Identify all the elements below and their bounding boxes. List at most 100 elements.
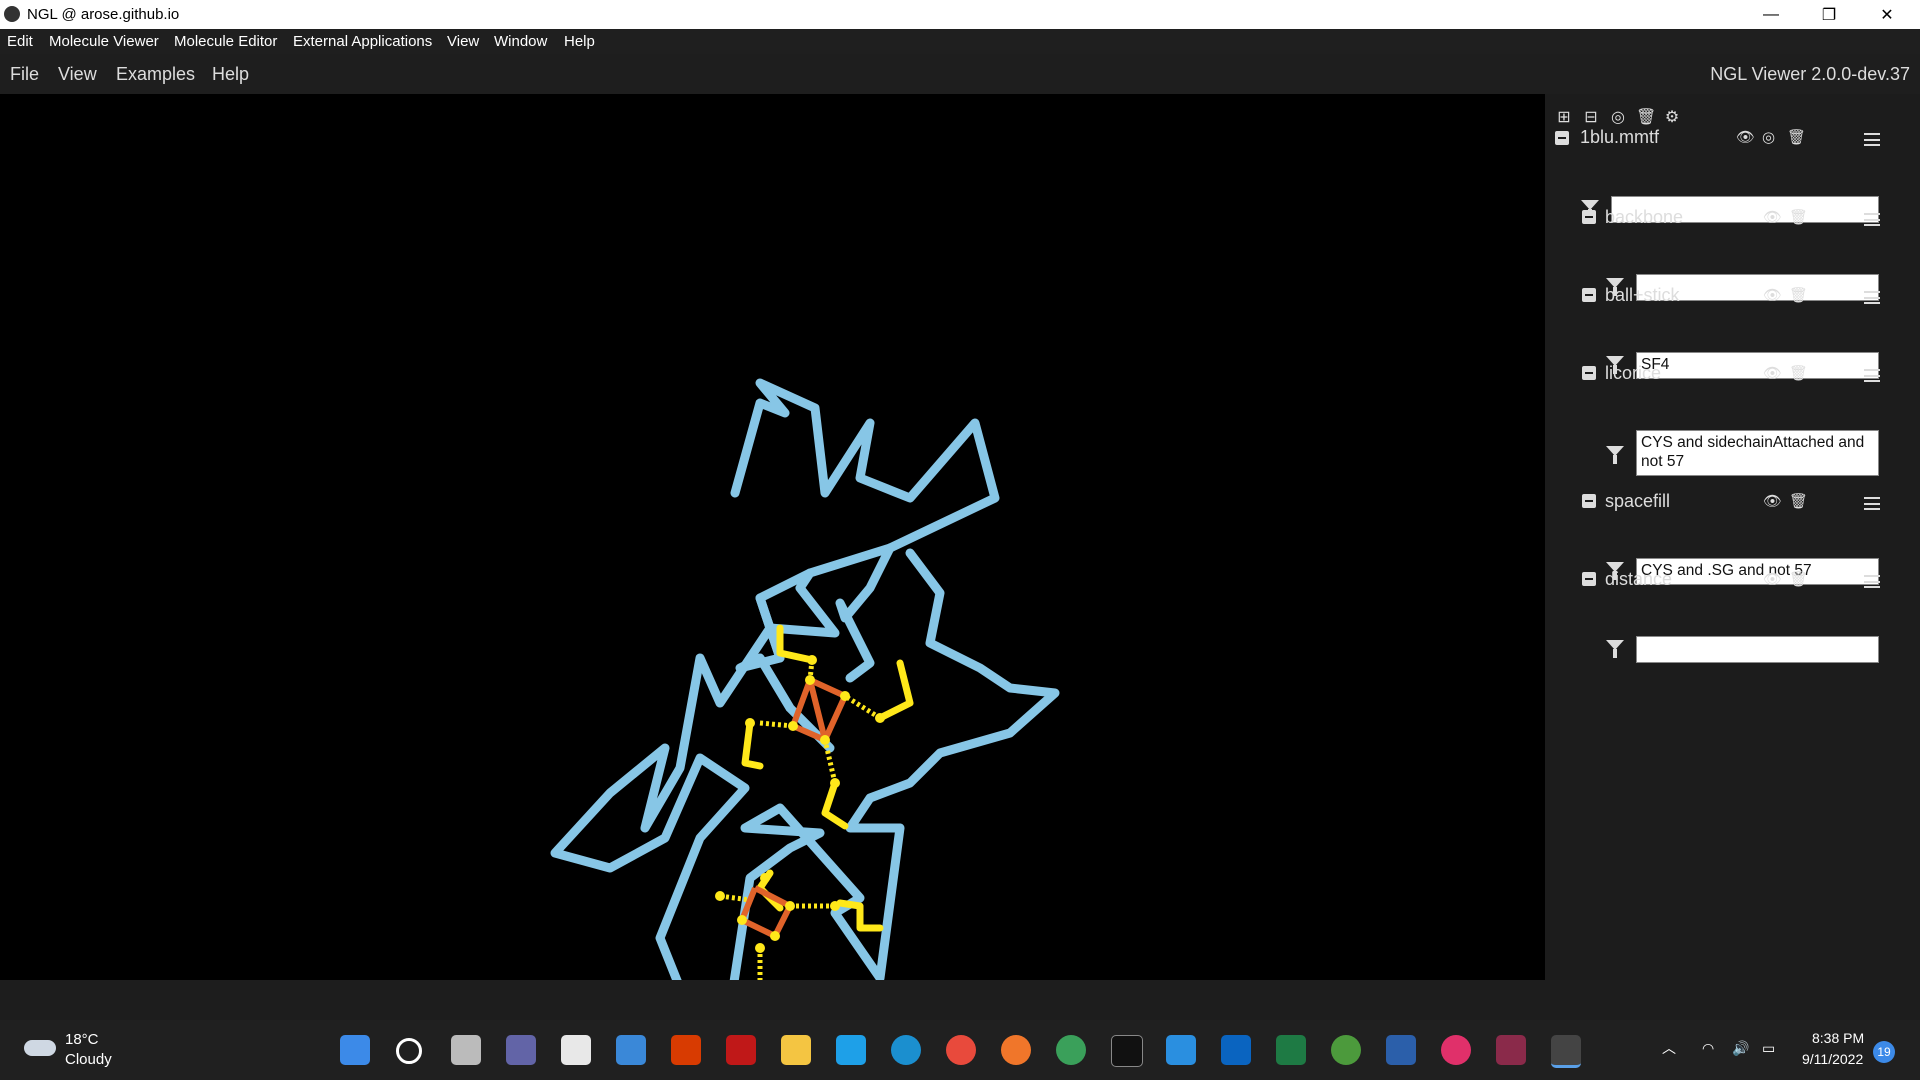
outlook-icon[interactable] <box>1221 1035 1251 1065</box>
word-icon[interactable] <box>1386 1035 1416 1065</box>
clock-date[interactable]: 9/11/2022 <box>1802 1051 1863 1067</box>
sidebar: ⊞ ⊟ ◎ 🗑 ⚙ 1blu.mmtf 👁 ◎ 🗑 backbone 👁 🗑 b… <box>1545 94 1920 980</box>
repr-name-spacefill: spacefill <box>1605 491 1671 511</box>
weather-desc[interactable]: Cloudy <box>65 1051 112 1068</box>
close-button[interactable]: ✕ <box>1858 0 1916 29</box>
notification-badge[interactable]: 19 <box>1873 1041 1895 1063</box>
menu-icon[interactable] <box>1864 369 1880 382</box>
repr-collapse-icon[interactable] <box>1582 288 1596 302</box>
start-icon[interactable] <box>340 1035 370 1065</box>
repr-filter-input-spacefill[interactable]: CYS and .SG and not 57 <box>1636 558 1879 585</box>
ngl-menu-view[interactable]: View <box>58 64 97 85</box>
eye-icon[interactable]: 👁 <box>1763 208 1782 226</box>
delete-icon[interactable]: 🗑 <box>1789 208 1808 226</box>
delete-icon[interactable]: 🗑 <box>1787 128 1806 146</box>
collapse-icon[interactable]: ⊟ <box>1582 109 1600 127</box>
menu-icon[interactable] <box>1864 133 1880 146</box>
component-name: 1blu.mmtf <box>1580 127 1660 147</box>
files-icon[interactable] <box>781 1035 811 1065</box>
eye-icon[interactable]: 👁 <box>1763 286 1782 304</box>
repr-filter-input-distance[interactable] <box>1636 636 1879 663</box>
firefox-icon[interactable] <box>1001 1035 1031 1065</box>
app-icon <box>4 6 20 22</box>
ngl-menu-examples[interactable]: Examples <box>116 64 195 85</box>
menu-icon[interactable] <box>1864 291 1880 304</box>
store-icon[interactable] <box>561 1035 591 1065</box>
repr-collapse-icon[interactable] <box>1582 494 1596 508</box>
delete-icon[interactable]: 🗑 <box>1789 570 1808 588</box>
volume-icon[interactable]: 🔊 <box>1732 1040 1749 1057</box>
menu-icon[interactable] <box>1864 213 1880 226</box>
menu-edit[interactable]: Edit <box>7 33 33 50</box>
repr-name-ballstick: ball+stick <box>1605 285 1680 305</box>
repr-filter-input-licorice[interactable]: CYS and sidechainAttached and not 57 <box>1636 430 1879 476</box>
excel-icon[interactable] <box>1276 1035 1306 1065</box>
ngl-app-icon[interactable] <box>1551 1035 1581 1068</box>
add-icon[interactable]: ⊞ <box>1555 109 1573 127</box>
terminal-icon[interactable] <box>1111 1035 1143 1067</box>
l-app-icon[interactable] <box>836 1035 866 1065</box>
menu-molecule-editor[interactable]: Molecule Editor <box>174 33 277 50</box>
menu-external-applications[interactable]: External Applications <box>293 33 432 50</box>
mcafee-icon[interactable] <box>726 1035 756 1065</box>
repr-collapse-icon[interactable] <box>1582 366 1596 380</box>
ngl-menu-help[interactable]: Help <box>212 64 249 85</box>
mail-icon[interactable] <box>616 1035 646 1065</box>
ngl-menubar: File View Examples Help NGL Viewer 2.0.0… <box>0 54 1920 94</box>
eye-icon[interactable]: 👁 <box>1763 364 1782 382</box>
menu-view[interactable]: View <box>447 33 479 50</box>
chrome-icon[interactable] <box>946 1035 976 1065</box>
menu-molecule-viewer[interactable]: Molecule Viewer <box>49 33 159 50</box>
center-icon[interactable]: ◎ <box>1609 109 1627 127</box>
molecule-structure <box>550 378 1060 1013</box>
wifi-icon[interactable]: ◠ <box>1702 1040 1714 1057</box>
office-icon[interactable] <box>671 1035 701 1065</box>
app-menubar: Edit Molecule Viewer Molecule Editor Ext… <box>0 29 1920 54</box>
filter-icon <box>1606 640 1624 658</box>
slack-icon[interactable] <box>1441 1035 1471 1065</box>
task-view-icon[interactable] <box>451 1035 481 1065</box>
eye-icon[interactable]: 👁 <box>1763 492 1782 510</box>
delete-icon[interactable]: 🗑 <box>1789 364 1808 382</box>
cloud-icon <box>24 1040 56 1056</box>
repr-name-distance: distance <box>1605 569 1673 589</box>
repr-collapse-icon[interactable] <box>1582 572 1596 586</box>
molecule-viewport[interactable] <box>0 94 1545 1013</box>
center-icon[interactable]: ◎ <box>1762 128 1775 146</box>
chat-icon[interactable] <box>506 1035 536 1065</box>
settings-icon[interactable]: ⚙ <box>1663 109 1681 127</box>
eye-icon[interactable]: 👁 <box>1763 570 1782 588</box>
menu-icon[interactable] <box>1864 497 1880 510</box>
battery-icon[interactable]: ▭ <box>1762 1040 1775 1057</box>
minimize-button[interactable]: — <box>1742 0 1800 29</box>
repr-filter-input-ballstick[interactable]: SF4 <box>1636 352 1879 379</box>
title-bar: NGL @ arose.github.io — ❐ ✕ <box>0 0 1920 29</box>
chevron-up-icon[interactable]: ︿ <box>1662 1038 1676 1058</box>
restore-button[interactable]: ❐ <box>1800 0 1858 29</box>
menu-help[interactable]: Help <box>564 33 595 50</box>
repr-name-backbone: backbone <box>1605 207 1684 227</box>
chrome-icon[interactable] <box>1331 1035 1361 1065</box>
delete-icon[interactable]: 🗑 <box>1636 109 1656 127</box>
repr-name-licorice: licorice <box>1605 363 1662 383</box>
edge-icon[interactable] <box>891 1035 921 1065</box>
clock-time[interactable]: 8:38 PM <box>1812 1030 1864 1046</box>
window-title: NGL @ arose.github.io <box>27 6 180 23</box>
search-icon[interactable] <box>396 1038 422 1064</box>
vscode-icon[interactable] <box>1166 1035 1196 1065</box>
backbone-trace <box>550 378 1060 1013</box>
filter-icon <box>1581 200 1599 218</box>
delete-icon[interactable]: 🗑 <box>1789 286 1808 304</box>
component-collapse-icon[interactable] <box>1555 131 1569 145</box>
delete-icon[interactable]: 🗑 <box>1789 492 1808 510</box>
menu-window[interactable]: Window <box>494 33 547 50</box>
winrar-icon[interactable] <box>1496 1035 1526 1065</box>
chrome-icon[interactable] <box>1056 1035 1086 1065</box>
eye-icon[interactable]: 👁 <box>1736 128 1755 146</box>
ngl-version: NGL Viewer 2.0.0-dev.37 <box>1710 64 1910 84</box>
weather-temp[interactable]: 18°C <box>65 1031 99 1048</box>
menu-icon[interactable] <box>1864 575 1880 588</box>
filter-icon <box>1606 446 1624 464</box>
ngl-menu-file[interactable]: File <box>10 64 39 85</box>
repr-collapse-icon[interactable] <box>1582 210 1596 224</box>
